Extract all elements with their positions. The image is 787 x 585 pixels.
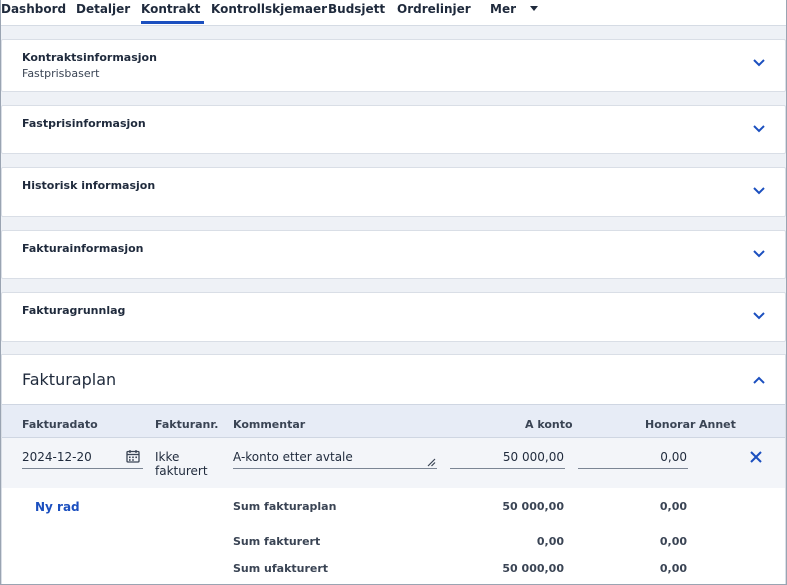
calendar-icon[interactable]: [126, 449, 140, 463]
sum-akonto: 50 000,00: [502, 500, 564, 513]
table-row: 2024-12-20 Ikke fakturert A-konto etter …: [2, 438, 785, 488]
table-header: Fakturadato Fakturanr. Kommentar A konto…: [2, 404, 785, 438]
panel-title: Fakturagrunnlag: [22, 304, 126, 317]
fakturadato-underline: [22, 468, 143, 469]
col-honorar: Honorar: [645, 418, 696, 431]
tab-kontrakt[interactable]: Kontrakt: [141, 0, 204, 24]
panel-title: Historisk informasjon: [22, 179, 156, 192]
tab-ordrelinjer[interactable]: Ordrelinjer: [397, 0, 471, 24]
section-title: Fakturaplan: [22, 370, 117, 389]
sum-label: Sum ufakturert: [233, 562, 329, 575]
sum-label: Sum fakturert: [233, 535, 321, 548]
panel-fakturaplan: Fakturaplan Fakturadato Fakturanr. Komme…: [1, 354, 786, 585]
panel-fakturainformasjon[interactable]: Fakturainformasjon: [1, 230, 786, 279]
panel-title: Kontraktsinformasjon: [22, 51, 157, 64]
chevron-down-icon[interactable]: [753, 250, 765, 258]
tab-detaljer[interactable]: Detaljer: [76, 0, 130, 24]
col-fakturanr: Fakturanr.: [155, 418, 219, 431]
sum-akonto: 50 000,00: [502, 562, 564, 575]
akonto-underline: [450, 468, 565, 469]
chevron-down-icon[interactable]: [753, 59, 765, 67]
honorar-underline: [578, 468, 688, 469]
panel-historisk-informasjon[interactable]: Historisk informasjon: [1, 167, 786, 217]
kommentar-input[interactable]: A-konto etter avtale: [233, 450, 353, 464]
col-fakturadato: Fakturadato: [22, 418, 98, 431]
tab-dashbord[interactable]: Dashbord: [1, 0, 66, 24]
honorar-input[interactable]: 0,00: [578, 450, 687, 464]
fakturanr-status-line1: Ikke: [155, 450, 180, 464]
tab-mer[interactable]: Mer: [490, 0, 516, 24]
tab-kontrollskjemaer[interactable]: Kontrollskjemaer: [211, 0, 327, 24]
col-kommentar: Kommentar: [233, 418, 306, 431]
sum-label: Sum fakturaplan: [233, 500, 337, 513]
panel-fakturagrunnlag[interactable]: Fakturagrunnlag: [1, 292, 786, 342]
chevron-down-icon[interactable]: [753, 312, 765, 320]
kommentar-underline: [233, 468, 437, 469]
sum-honorar: 0,00: [659, 535, 687, 548]
tab-budsjett[interactable]: Budsjett: [328, 0, 385, 24]
panel-kontraktsinformasjon[interactable]: Kontraktsinformasjon Fastprisbasert: [1, 39, 786, 92]
close-icon[interactable]: [750, 451, 762, 463]
sum-honorar: 0,00: [659, 562, 687, 575]
col-akonto: A konto: [525, 418, 573, 431]
chevron-down-icon[interactable]: [530, 6, 538, 11]
fakturanr-status-line2: fakturert: [155, 464, 208, 478]
resize-handle-icon[interactable]: [427, 458, 436, 467]
panel-subtitle: Fastprisbasert: [22, 67, 100, 80]
fakturadato-input[interactable]: 2024-12-20: [22, 450, 92, 464]
sum-honorar: 0,00: [659, 500, 687, 513]
tab-bar: Dashbord Detaljer Kontrakt Kontrollskjem…: [0, 0, 787, 26]
panel-title: Fakturainformasjon: [22, 242, 144, 255]
col-annet: Annet: [699, 418, 736, 431]
chevron-up-icon[interactable]: [753, 376, 765, 384]
panel-fastprisinformasjon[interactable]: Fastprisinformasjon: [1, 105, 786, 154]
akonto-input[interactable]: 50 000,00: [450, 450, 564, 464]
add-row-button[interactable]: Ny rad: [35, 500, 80, 514]
sum-akonto: 0,00: [536, 535, 564, 548]
chevron-down-icon[interactable]: [753, 125, 765, 133]
panel-title: Fastprisinformasjon: [22, 117, 146, 130]
chevron-down-icon[interactable]: [753, 187, 765, 195]
